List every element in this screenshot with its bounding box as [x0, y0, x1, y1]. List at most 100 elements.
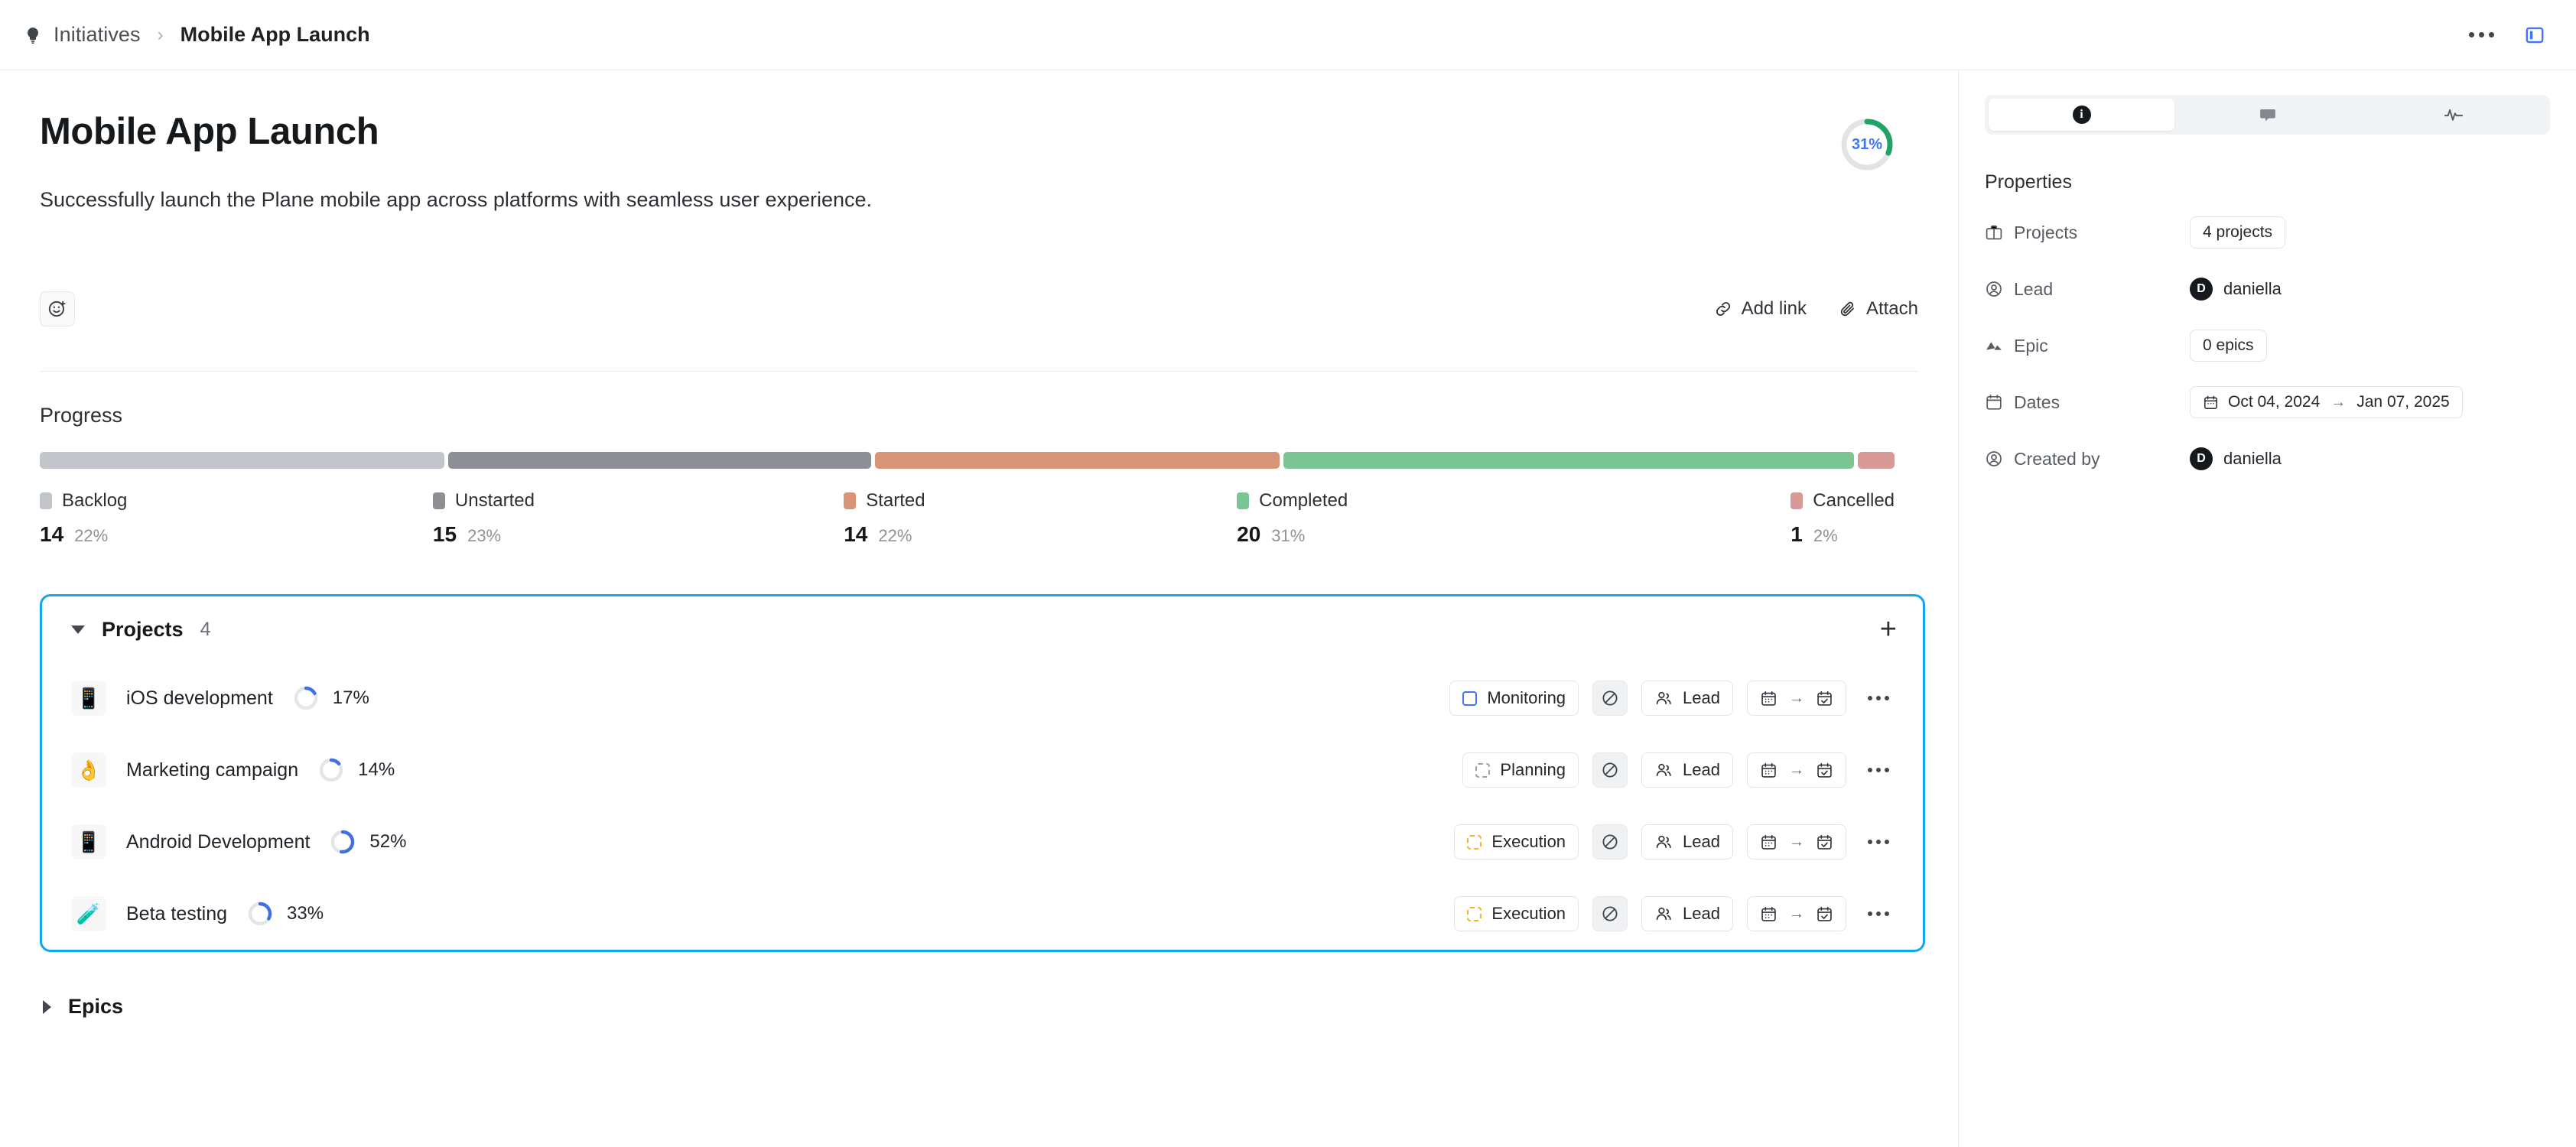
- breadcrumb-separator: ›: [157, 24, 164, 45]
- property-value-text: 0 epics: [2203, 336, 2254, 354]
- project-progress-percent: 17%: [332, 687, 369, 709]
- overall-progress-label: 31%: [1851, 135, 1883, 153]
- project-state-label: Monitoring: [1487, 688, 1566, 708]
- project-date-range-chip[interactable]: →: [1747, 896, 1846, 932]
- property-value-user[interactable]: Ddaniella: [2190, 278, 2282, 301]
- attach-button[interactable]: Attach: [1839, 298, 1918, 320]
- calendar-icon: [1761, 906, 1776, 921]
- breadcrumb-initiatives-link[interactable]: Initiatives: [54, 23, 141, 47]
- project-date-range-chip[interactable]: →: [1747, 824, 1846, 860]
- project-members-label: Lead: [1683, 688, 1720, 708]
- breadcrumb: Initiatives › Mobile App Launch: [23, 23, 370, 47]
- property-label-text: Created by: [2014, 448, 2100, 469]
- tab-comments[interactable]: [2174, 99, 2360, 131]
- project-members-chip[interactable]: Lead: [1641, 681, 1733, 716]
- right-sidebar: i Properties Projects 4 projects Lead Ddani…: [1958, 70, 2576, 1147]
- properties-list: Projects 4 projects Lead Ddaniella Epic 0 epi…: [1985, 215, 2550, 476]
- epics-section-header[interactable]: Epics: [40, 995, 1918, 1019]
- content-divider: [40, 371, 1918, 372]
- progress-section: Progress Backlog 14 22% Unstarted 15 23% Start…: [40, 404, 1918, 547]
- initiative-detail-page: Initiatives › Mobile App Launch Mobile A…: [0, 0, 2576, 1147]
- add-reaction-button[interactable]: [40, 291, 75, 327]
- project-priority-button[interactable]: [1592, 896, 1628, 932]
- top-bar: Initiatives › Mobile App Launch: [0, 0, 2576, 70]
- add-link-button[interactable]: Add link: [1714, 298, 1807, 320]
- date-arrow-icon: →: [2330, 393, 2347, 411]
- sidebar-panel-icon: [2526, 27, 2544, 43]
- project-row[interactable]: 📱 Android Development 52% Execution Lead →: [42, 806, 1923, 878]
- property-value-pill[interactable]: 4 projects: [2190, 216, 2286, 249]
- project-row[interactable]: 📱 iOS development 17% Monitoring Lead →: [42, 662, 1923, 734]
- project-row-menu-button[interactable]: [1860, 840, 1897, 845]
- project-state-chip[interactable]: Execution: [1454, 896, 1579, 932]
- progress-segment-unstarted: [448, 452, 872, 470]
- users-icon: [1656, 691, 1671, 705]
- project-members-chip[interactable]: Lead: [1641, 824, 1733, 860]
- project-state-chip[interactable]: Execution: [1454, 824, 1579, 860]
- project-members-chip[interactable]: Lead: [1641, 752, 1733, 788]
- project-row-menu-button[interactable]: [1860, 911, 1897, 917]
- project-state-label: Execution: [1491, 904, 1566, 924]
- tab-info[interactable]: i: [1989, 99, 2174, 131]
- projects-panel-title: Projects: [102, 617, 184, 641]
- state-square-icon: [1467, 906, 1482, 921]
- property-value-text: daniella: [2223, 279, 2282, 298]
- project-progress-ring: [330, 829, 356, 855]
- projects-panel-header: Projects 4 +: [42, 596, 1923, 662]
- caret-down-icon[interactable]: [71, 625, 85, 634]
- property-value-user[interactable]: Ddaniella: [2190, 447, 2282, 470]
- add-project-button[interactable]: +: [1880, 615, 1897, 644]
- property-value-pill[interactable]: 0 epics: [2190, 330, 2267, 362]
- calendar-icon: [1986, 394, 2002, 410]
- state-square-icon: [1475, 762, 1491, 778]
- legend-state-name: Completed: [1259, 490, 1348, 512]
- progress-segment-backlog: [40, 452, 445, 470]
- topbar-actions: [2466, 20, 2553, 50]
- project-members-label: Lead: [1683, 832, 1720, 852]
- date-arrow-icon: →: [1789, 833, 1804, 850]
- project-priority-button[interactable]: [1592, 824, 1628, 860]
- property-label-text: Projects: [2014, 222, 2078, 242]
- project-members-chip[interactable]: Lead: [1641, 896, 1733, 932]
- properties-title: Properties: [1985, 171, 2072, 193]
- project-priority-button[interactable]: [1592, 752, 1628, 788]
- state-square-icon: [1462, 690, 1478, 706]
- date-arrow-icon: →: [1789, 761, 1804, 778]
- attach-label: Attach: [1865, 298, 1918, 320]
- project-row-menu-button[interactable]: [1860, 696, 1897, 701]
- project-state-label: Planning: [1500, 760, 1566, 780]
- property-value-date-range[interactable]: Oct 04, 2024 → Jan 07, 2025: [2190, 386, 2463, 418]
- caret-right-icon[interactable]: [43, 999, 51, 1014]
- lightbulb-icon: [23, 25, 43, 45]
- project-state-chip[interactable]: Planning: [1462, 752, 1579, 788]
- property-value: Ddaniella: [2190, 278, 2282, 301]
- project-date-range-chip[interactable]: →: [1747, 752, 1846, 788]
- calendar-check-icon: [1817, 834, 1832, 850]
- project-date-range-chip[interactable]: →: [1747, 681, 1846, 716]
- calendar-check-icon: [1817, 690, 1832, 706]
- content-action-row: Add link Attach: [40, 291, 1918, 327]
- legend-percent: 22%: [878, 526, 912, 546]
- more-options-button[interactable]: [2466, 20, 2496, 50]
- property-value: Ddaniella: [2190, 447, 2282, 470]
- property-value: Oct 04, 2024 → Jan 07, 2025: [2190, 386, 2463, 418]
- project-row[interactable]: 🧪 Beta testing 33% Execution Lead →: [42, 878, 1923, 950]
- project-state-chip[interactable]: Monitoring: [1449, 681, 1579, 716]
- project-row[interactable]: 👌 Marketing campaign 14% Planning Lead →: [42, 734, 1923, 806]
- project-priority-button[interactable]: [1592, 681, 1628, 716]
- tab-activity[interactable]: [2360, 99, 2546, 131]
- project-row-menu-button[interactable]: [1860, 768, 1897, 773]
- add-link-label: Add link: [1741, 298, 1807, 320]
- main-content: Mobile App Launch Successfully launch th…: [0, 70, 1958, 1147]
- legend-swatch: [432, 492, 445, 510]
- project-progress-percent: 14%: [358, 759, 395, 781]
- legend-percent: 2%: [1813, 526, 1838, 546]
- no-priority-icon: [1602, 834, 1618, 850]
- property-value-text: 4 projects: [2203, 223, 2273, 241]
- toggle-side-panel-button[interactable]: [2519, 20, 2550, 50]
- legend-swatch: [1237, 492, 1250, 510]
- legend-percent: 23%: [467, 526, 502, 546]
- progress-segment-started: [875, 452, 1280, 470]
- property-label: Projects: [1985, 223, 2190, 243]
- progress-stacked-bar: [40, 452, 1895, 470]
